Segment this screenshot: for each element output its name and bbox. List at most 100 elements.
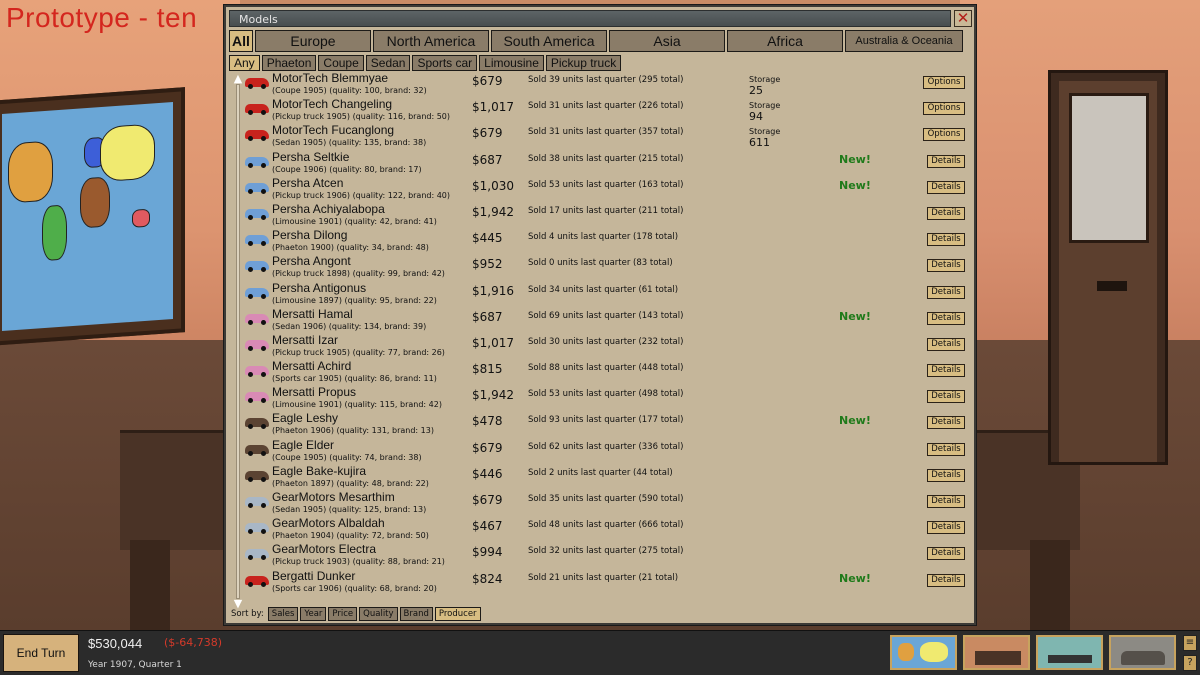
model-sales: Sold 0 units last quarter (83 total) <box>528 258 673 269</box>
options-button[interactable]: Options <box>923 128 965 142</box>
details-button[interactable]: Details <box>927 364 965 378</box>
help-button[interactable]: ? <box>1183 655 1197 671</box>
model-name: MotorTech Changeling <box>272 97 393 112</box>
model-price: $1,916 <box>472 283 514 298</box>
model-row: GearMotors Mesarthim (Sedan 1905) (qualit… <box>244 490 974 516</box>
region-tab-africa[interactable]: Africa <box>727 30 843 52</box>
model-price: $467 <box>472 519 503 534</box>
map-south-america <box>42 204 67 262</box>
model-details: (Sports car 1905) (quality: 86, brand: 1… <box>272 374 437 384</box>
details-button[interactable]: Details <box>927 390 965 404</box>
model-row: Persha Achiyalabopa (Limousine 1901) (qua… <box>244 202 974 228</box>
model-row: Mersatti Izar (Pickup truck 1905) (qualit… <box>244 333 974 359</box>
region-tab-europe[interactable]: Europe <box>255 30 371 52</box>
options-button[interactable]: Options <box>923 102 965 116</box>
region-tab-australia-oceania[interactable]: Australia & Oceania <box>845 30 963 52</box>
car-icon <box>245 313 269 325</box>
details-button[interactable]: Details <box>927 180 965 194</box>
model-row: Eagle Elder (Coupe 1905) (quality: 74, br… <box>244 438 974 464</box>
model-price: $1,030 <box>472 178 514 193</box>
car-icon <box>245 575 269 587</box>
car-icon <box>245 418 269 430</box>
sort-year-button[interactable]: Year <box>300 607 327 621</box>
details-button[interactable]: Details <box>927 573 965 587</box>
factory-view-button[interactable] <box>1036 635 1103 670</box>
model-price: $679 <box>472 493 503 507</box>
model-name: Bergatti Dunker <box>272 568 356 583</box>
window-title: Models <box>229 10 951 27</box>
prototype-title: Prototype - ten <box>6 2 198 33</box>
type-tab-limousine[interactable]: Limousine <box>479 55 544 71</box>
model-price: $687 <box>472 309 503 324</box>
model-name: Eagle Bake-kujira <box>272 463 367 478</box>
model-sales: Sold 38 units last quarter (215 total) <box>528 153 684 164</box>
model-details: (Pickup truck 1898) (quality: 99, brand:… <box>272 269 445 279</box>
details-button[interactable]: Details <box>927 442 965 456</box>
model-sales: Sold 93 units last quarter (177 total) <box>528 415 684 426</box>
type-tab-sports-car[interactable]: Sports car <box>412 55 478 71</box>
model-name: Eagle Elder <box>272 437 335 452</box>
sort-brand-button[interactable]: Brand <box>399 607 433 621</box>
region-tab-south-america[interactable]: South America <box>491 30 607 52</box>
factory-thumb-icon <box>1048 655 1092 663</box>
scroll-up-arrow-icon[interactable]: ▲ <box>233 73 243 84</box>
sort-producer-button[interactable]: Producer <box>434 607 481 621</box>
sort-quality-button[interactable]: Quality <box>359 607 398 621</box>
door-window <box>1069 93 1149 243</box>
details-button[interactable]: Details <box>927 285 965 299</box>
storage-label: Storage <box>749 75 781 84</box>
new-badge: New! <box>839 152 871 166</box>
region-tab-north-america[interactable]: North America <box>373 30 489 52</box>
region-tab-all[interactable]: All <box>229 30 253 52</box>
list-scrollbar[interactable]: ▲ ▼ <box>233 73 243 609</box>
model-details: (Sedan 1905) (quality: 125, brand: 13) <box>272 505 427 514</box>
details-button[interactable]: Details <box>927 206 965 220</box>
type-tab-phaeton[interactable]: Phaeton <box>261 55 317 71</box>
menu-button[interactable]: ≡ <box>1183 635 1197 651</box>
model-price: $824 <box>472 571 503 586</box>
details-button[interactable]: Details <box>927 416 965 430</box>
details-button[interactable]: Details <box>927 233 965 247</box>
details-button[interactable]: Details <box>927 547 965 561</box>
map-australia <box>132 208 150 228</box>
details-button[interactable]: Details <box>927 259 965 273</box>
type-tab-coupe[interactable]: Coupe <box>318 55 364 71</box>
office-view-button[interactable] <box>963 635 1030 670</box>
model-details: (Sedan 1905) (quality: 135, brand: 38) <box>272 138 427 148</box>
world-map-view-button[interactable] <box>890 635 957 670</box>
model-sales: Sold 35 units last quarter (590 total) <box>528 494 684 504</box>
details-button[interactable]: Details <box>927 154 965 168</box>
details-button[interactable]: Details <box>927 495 965 508</box>
model-row: Eagle Leshy (Phaeton 1906) (quality: 131,… <box>244 411 974 437</box>
model-price: $1,017 <box>472 100 514 115</box>
options-button[interactable]: Options <box>923 76 965 89</box>
close-button[interactable]: ✕ <box>954 10 972 27</box>
type-tabs: Any Phaeton Coupe Sedan Sports car Limousine P… <box>229 55 622 71</box>
model-price: $478 <box>472 414 503 429</box>
type-tab-sedan[interactable]: Sedan <box>365 55 411 71</box>
end-turn-button[interactable]: End Turn <box>3 634 79 672</box>
storage-value: 94 <box>749 110 763 124</box>
new-badge: New! <box>839 414 871 428</box>
storage-label: Storage <box>749 101 781 111</box>
sort-price-button[interactable]: Price <box>328 607 358 621</box>
region-tab-asia[interactable]: Asia <box>609 30 725 52</box>
model-row: Mersatti Hamal (Sedan 1906) (quality: 134… <box>244 307 974 333</box>
model-row: Persha Antigonus (Limousine 1897) (qualit… <box>244 281 974 307</box>
garage-view-button[interactable] <box>1109 635 1176 670</box>
sort-sales-button[interactable]: Sales <box>267 607 299 621</box>
scroll-rail[interactable] <box>236 84 240 599</box>
type-tab-pickup-truck[interactable]: Pickup truck <box>545 55 622 71</box>
details-button[interactable]: Details <box>927 521 965 535</box>
model-row: Mersatti Propus (Limousine 1901) (quality… <box>244 385 974 411</box>
model-price: $445 <box>472 231 503 246</box>
storage-label: Storage <box>749 127 781 137</box>
model-row: Persha Angont (Pickup truck 1898) (qualit… <box>244 254 974 280</box>
model-details: (Coupe 1905) (quality: 74, brand: 38) <box>272 452 422 462</box>
world-map-picture <box>0 87 185 346</box>
type-tab-any[interactable]: Any <box>229 55 260 71</box>
details-button[interactable]: Details <box>927 337 965 351</box>
details-button[interactable]: Details <box>927 468 965 482</box>
office-thumb-icon <box>975 651 1021 665</box>
details-button[interactable]: Details <box>927 311 965 325</box>
